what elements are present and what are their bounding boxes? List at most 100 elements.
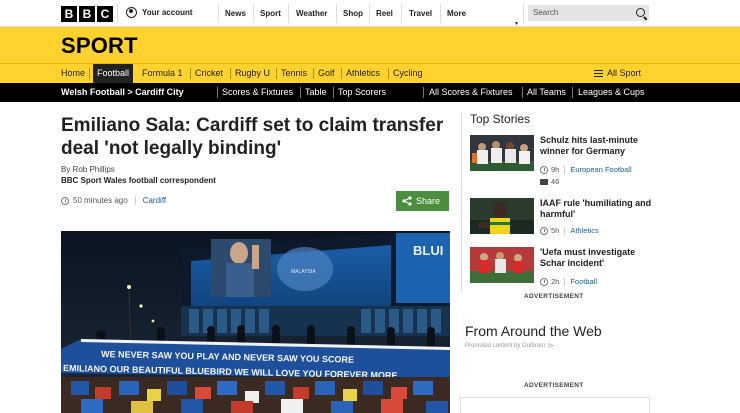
subnav-top-scorers[interactable]: Top Scorers (338, 83, 386, 102)
divider (288, 4, 289, 23)
subnav-all-scores-fixtures[interactable]: All Scores & Fixtures (429, 83, 513, 102)
search-icon[interactable] (636, 8, 645, 17)
story-time: 5h (551, 226, 560, 235)
logo-letter: B (79, 6, 95, 22)
global-navigation-bar: B B C Your account News Sport Weather Sh… (0, 0, 740, 27)
sport-nav-tennis[interactable]: Tennis (281, 64, 307, 83)
more-menu[interactable]: More ▼ (447, 0, 519, 27)
all-sport-menu[interactable]: All Sport (594, 64, 641, 83)
divider (336, 4, 337, 23)
all-sport-label: All Sport (607, 68, 642, 78)
divider (117, 4, 118, 23)
sport-nav-athletics[interactable]: Athletics (346, 64, 380, 83)
promoted-content-label[interactable]: Promoted content by Outbrain ▷ (465, 342, 553, 349)
story-category-link[interactable]: Athletics (570, 226, 598, 235)
story-thumbnail[interactable] (470, 198, 534, 234)
breadcrumb[interactable]: Welsh Football > Cardiff City (61, 83, 184, 102)
top-story-item[interactable]: 'Uefa must investigate Schar incident' 2… (470, 247, 660, 289)
divider (523, 4, 524, 23)
sport-nav-rugby-union[interactable]: Rugby U (235, 64, 270, 83)
sport-nav-home[interactable]: Home (61, 64, 85, 83)
stadium-text: BLUI (413, 243, 443, 258)
top-story-item[interactable]: Schulz hits last-minute winner for Germa… (470, 135, 660, 186)
nav-shop[interactable]: Shop (343, 0, 363, 27)
nav-sport[interactable]: Sport (260, 0, 281, 27)
article-hero-image: BLUI MALAYSIA WE NEVER SAW YOU PLAY AND … (61, 231, 450, 413)
sport-title[interactable]: SPORT (61, 33, 138, 59)
logo-letter: B (61, 6, 77, 22)
divider (230, 68, 231, 79)
story-meta: 5h Athletics (540, 226, 599, 235)
sport-nav-football[interactable]: Football (93, 64, 134, 83)
football-celebration-photo (470, 135, 534, 171)
divider (313, 68, 314, 79)
subnav-scores-fixtures[interactable]: Scores & Fixtures (222, 83, 293, 102)
share-icon (402, 196, 412, 206)
divider (89, 68, 90, 79)
nav-weather[interactable]: Weather (296, 0, 327, 27)
promoted-text: Promoted content by Outbrain (465, 343, 546, 349)
account-label: Your account (142, 8, 193, 17)
story-thumbnail[interactable] (470, 247, 534, 283)
divider (440, 4, 441, 23)
story-category-link[interactable]: Football (570, 277, 597, 286)
byline-author: By Rob Phillips (61, 165, 115, 174)
clock-icon (540, 165, 548, 174)
sport-nav-formula1[interactable]: Formula 1 (142, 64, 183, 83)
clock-icon (61, 196, 69, 205)
share-button[interactable]: Share (396, 191, 449, 211)
story-time: 9h (551, 165, 560, 174)
story-meta: 9h European Football (540, 165, 632, 174)
nav-reel[interactable]: Reel (376, 0, 393, 27)
column-divider (461, 112, 462, 292)
stadium-tribute-photo: BLUI MALAYSIA WE NEVER SAW YOU PLAY AND … (61, 231, 450, 413)
logo-letter: C (97, 6, 113, 22)
subnav-table[interactable]: Table (305, 83, 327, 102)
advertisement-label: ADVERTISEMENT (524, 382, 584, 389)
top-story-item[interactable]: IAAF rule 'humiliating and harmful' 5h A… (470, 198, 660, 240)
menu-icon (594, 70, 603, 77)
divider (218, 4, 219, 23)
user-icon (126, 7, 137, 18)
divider (564, 226, 566, 235)
sport-nav-golf[interactable]: Golf (318, 64, 335, 83)
outbrain-icon: ▷ (548, 343, 554, 349)
divider (564, 277, 566, 286)
story-meta: 2h Football (540, 277, 597, 286)
divider (333, 87, 334, 98)
divider (134, 196, 136, 205)
bbc-logo[interactable]: B B C (61, 6, 113, 22)
advertisement-label: ADVERTISEMENT (524, 293, 584, 300)
story-thumbnail[interactable] (470, 135, 534, 171)
comment-count: 46 (551, 177, 560, 186)
advertisement-slot[interactable] (460, 397, 650, 413)
story-time: 2h (551, 277, 560, 286)
divider (388, 68, 389, 79)
account-link[interactable]: Your account (126, 7, 193, 18)
divider (276, 68, 277, 79)
article-category-link[interactable]: Cardiff (143, 196, 166, 205)
clock-icon (540, 226, 548, 235)
sport-nav-cricket[interactable]: Cricket (195, 64, 223, 83)
story-title[interactable]: 'Uefa must investigate Schar incident' (540, 247, 660, 269)
nav-news[interactable]: News (225, 0, 246, 27)
sponsor-sign: MALAYSIA (291, 269, 316, 275)
from-around-the-web-heading: From Around the Web (465, 323, 602, 339)
subnav-all-teams[interactable]: All Teams (527, 83, 566, 102)
story-comments[interactable]: 46 (540, 177, 559, 186)
story-title[interactable]: IAAF rule 'humiliating and harmful' (540, 198, 660, 220)
nav-travel[interactable]: Travel (409, 0, 432, 27)
story-category-link[interactable]: European Football (570, 165, 631, 174)
clock-icon (540, 277, 548, 286)
article-headline: Emiliano Sala: Cardiff set to claim tran… (61, 115, 444, 159)
more-label: More (447, 9, 467, 18)
share-label: Share (416, 196, 441, 206)
subnav-leagues-cups[interactable]: Leagues & Cups (578, 83, 645, 102)
athlete-photo (470, 198, 534, 234)
search-input[interactable]: Search (528, 5, 649, 21)
story-title[interactable]: Schulz hits last-minute winner for Germa… (540, 135, 660, 157)
sport-nav-cycling[interactable]: Cycling (393, 64, 423, 83)
divider (300, 87, 301, 98)
comment-icon (540, 178, 548, 185)
top-stories-heading: Top Stories (470, 112, 531, 126)
